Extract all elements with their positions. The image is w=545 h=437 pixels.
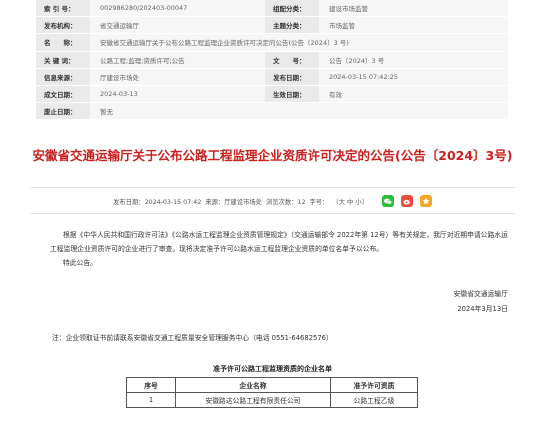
source-label: 信息来源： — [36, 68, 90, 86]
view-count: 浏览次数：12 — [266, 197, 306, 206]
publisher-label: 发布机构： — [36, 16, 90, 35]
abolish-label: 废止日期： — [36, 102, 90, 121]
publisher-value: 省交通运输厅 — [90, 16, 265, 35]
article-source: 来源：厅建设市场处 — [205, 198, 262, 206]
keywords-label: 关 键 词： — [36, 51, 90, 69]
article-info-bar: 发布日期：2024-03-15 07:42 来源：厅建设市场处 浏览次数：12 … — [0, 195, 545, 207]
name-value: 安徽省交通运输厅关于公布公路工程监理企业资质许可决定的公告(公告〔2024〕3 … — [90, 33, 508, 52]
keywords-value: 公路工程;监理;资质许可;公告 — [90, 51, 265, 69]
written-value: 2024-03-13 — [90, 85, 265, 104]
docno-label: 文 号： — [265, 51, 319, 69]
topic-label: 主题分类： — [265, 16, 319, 35]
abolish-value: 暂无 — [90, 102, 508, 121]
view-count-value: 12 — [297, 198, 306, 206]
category-value: 建设市场监管 — [319, 0, 508, 18]
col-header-qualification: 准予许可资质 — [330, 377, 418, 393]
body-paragraph-1: 根据《中华人民共和国行政许可法》《公路水运工程监理企业资质管理规定》（交通运输部… — [50, 231, 508, 253]
font-size-label: 字号： — [309, 198, 329, 206]
cell-qualification: 公路工程乙级 — [330, 392, 418, 408]
font-size-switcher[interactable]: 〔大 中 小〕 — [332, 197, 368, 206]
topic-value: 市场监管 — [319, 16, 508, 35]
publish-date: 发布日期：2024-03-15 07:42 — [113, 198, 202, 206]
cell-company: 安徽路达公路工程有限责任公司 — [175, 392, 331, 408]
category-label: 组配分类： — [265, 0, 319, 18]
divider-bottom — [30, 213, 515, 214]
table-title: 准予许可公路工程监理资质的企业名单 — [213, 365, 332, 373]
wechat-share-icon[interactable] — [381, 195, 394, 207]
source-value: 厅建设市场处 — [90, 68, 265, 86]
index-label: 索 引 号： — [36, 0, 90, 18]
effective-label: 生效日期： — [265, 85, 319, 104]
divider-top — [30, 187, 515, 188]
signer: 安徽省交通运输厅 — [453, 290, 508, 298]
body-paragraph-2: 特此公告。 — [63, 259, 97, 267]
sign-date: 2024年3月13日 — [457, 305, 508, 313]
note-text: 注：企业领取证书前请联系安徽省交通工程质量安全管理服务中心（电话 0551-64… — [52, 334, 333, 342]
effective-value: 有效 — [319, 85, 508, 104]
written-label: 成文日期： — [36, 85, 90, 104]
weibo-share-icon[interactable] — [400, 195, 413, 207]
table-header-row: 序号 企业名称 准予许可资质 — [126, 377, 418, 393]
qzone-share-icon[interactable] — [419, 195, 432, 207]
name-label: 名 称： — [36, 33, 90, 52]
document-meta-table: 索 引 号： 002986280/202403-00047 组配分类： 建设市场… — [36, 0, 508, 121]
cell-index: 1 — [126, 392, 176, 408]
pubdate-label: 发布日期： — [265, 68, 319, 86]
index-value: 002986280/202403-00047 — [90, 0, 265, 18]
view-count-label: 浏览次数： — [266, 198, 298, 206]
approved-companies-table: 序号 企业名称 准予许可资质 1 安徽路达公路工程有限责任公司 公路工程乙级 — [126, 377, 418, 408]
col-header-company: 企业名称 — [175, 377, 331, 393]
col-header-index: 序号 — [126, 377, 176, 393]
table-row: 1 安徽路达公路工程有限责任公司 公路工程乙级 — [126, 392, 418, 408]
pubdate-value: 2024-03-15 07:42:25 — [319, 68, 508, 86]
article-title: 安徽省交通运输厅关于公布公路工程监理企业资质许可决定的公告(公告〔2024〕3号… — [32, 148, 513, 163]
docno-value: 公告〔2024〕3 号 — [319, 51, 508, 69]
